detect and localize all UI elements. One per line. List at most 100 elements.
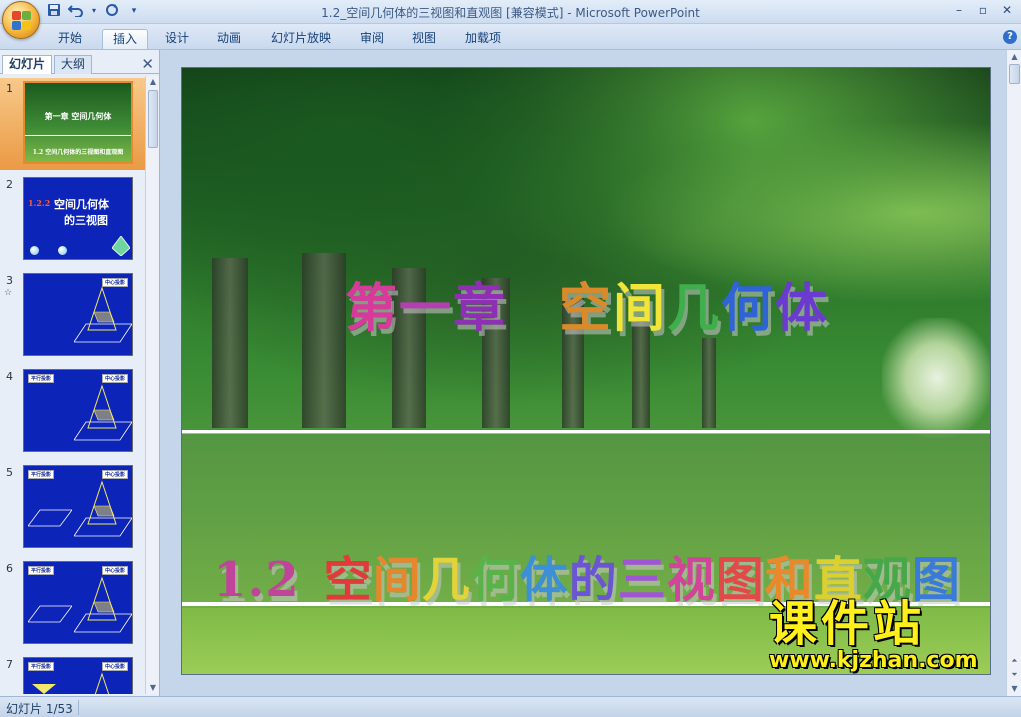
slide-thumbnail-1[interactable]: 1 第一章 空间几何体 1.2 空间几何体的三视图和直观图 bbox=[0, 78, 145, 170]
thumb-tag: 平行投影 bbox=[28, 470, 55, 479]
slide-scrollbar[interactable]: ▲ ⏶ ⏷ ▼ bbox=[1006, 50, 1021, 696]
parallelogram-shape bbox=[28, 605, 72, 623]
status-separator bbox=[78, 700, 79, 715]
animation-icon: ☆ bbox=[4, 288, 13, 298]
slide-number: 5 bbox=[6, 466, 13, 479]
pyramid-diagram bbox=[94, 672, 110, 694]
title-character: 几 bbox=[421, 552, 471, 608]
help-icon[interactable]: ? bbox=[1003, 30, 1017, 44]
slide-preview: 平行投影 中心投影 bbox=[23, 369, 133, 452]
scroll-up-icon[interactable]: ▲ bbox=[146, 76, 160, 88]
title-character: 第 bbox=[344, 278, 399, 339]
next-slide-icon[interactable]: ⏷ bbox=[1007, 668, 1021, 682]
slide-preview: 中心投影 bbox=[23, 273, 133, 356]
triangle-shape bbox=[32, 684, 56, 694]
title-character: 几 bbox=[667, 278, 722, 339]
tab-outline[interactable]: 大纲 bbox=[54, 55, 93, 74]
minimize-button[interactable]: – bbox=[949, 2, 969, 18]
slide-thumbnail-4[interactable]: 4 平行投影 中心投影 bbox=[0, 366, 145, 458]
tab-home[interactable]: 开始 bbox=[48, 29, 92, 49]
office-button[interactable] bbox=[2, 1, 40, 39]
thumb-tag: 平行投影 bbox=[28, 374, 55, 383]
title-character: 空 bbox=[558, 278, 613, 339]
slide-thumbnail-2[interactable]: 2 1.2.2 空间几何体 的三视图 bbox=[0, 174, 145, 266]
title-character: 2 bbox=[265, 552, 300, 608]
thumb-title: 第一章 空间几何体 bbox=[44, 111, 112, 121]
title-character: 一 bbox=[398, 278, 453, 339]
tab-insert[interactable]: 插入 bbox=[102, 29, 149, 49]
watermark-chinese: 课件站 bbox=[769, 596, 926, 652]
current-slide[interactable]: 第一章 空间几何体 1.2 空间几何体的三视图和直观图 bbox=[181, 67, 991, 675]
thumb-tag: 平行投影 bbox=[28, 566, 55, 575]
thumbnail-scrollbar[interactable]: ▲ ▼ bbox=[145, 76, 159, 694]
slide-thumbnail-6[interactable]: 6 平行投影 中心投影 bbox=[0, 558, 145, 650]
slide-editing-area: 第一章 空间几何体 1.2 空间几何体的三视图和直观图 课件站 www.kjzh… bbox=[161, 50, 1021, 696]
scroll-down-icon[interactable]: ▼ bbox=[1007, 682, 1021, 696]
ribbon-tabs: 开始 插入 设计 动画 幻灯片放映 审阅 视图 加载项 ? bbox=[0, 24, 1021, 50]
prism-shape bbox=[112, 236, 130, 256]
tab-animations[interactable]: 动画 bbox=[207, 29, 251, 49]
previous-slide-icon[interactable]: ⏶ bbox=[1007, 654, 1021, 668]
pyramid-diagram bbox=[74, 384, 132, 441]
tab-view[interactable]: 视图 bbox=[402, 29, 446, 49]
thumb-title-line2: 的三视图 bbox=[64, 214, 108, 227]
tab-slides[interactable]: 幻灯片 bbox=[2, 55, 53, 74]
tab-review[interactable]: 审阅 bbox=[350, 29, 394, 49]
tab-slideshow[interactable]: 幻灯片放映 bbox=[261, 29, 341, 49]
slide-thumbnail-7[interactable]: 7 平行投影 中心投影 bbox=[0, 654, 145, 694]
slide-number: 2 bbox=[6, 178, 13, 191]
title-character: 何 bbox=[470, 552, 520, 608]
sphere-shape bbox=[30, 246, 39, 255]
pyramid-diagram bbox=[74, 480, 132, 537]
tab-design[interactable]: 设计 bbox=[155, 29, 199, 49]
scroll-down-icon[interactable]: ▼ bbox=[146, 682, 160, 694]
slide-preview: 第一章 空间几何体 1.2 空间几何体的三视图和直观图 bbox=[23, 81, 133, 164]
slide-number: 3 bbox=[6, 274, 13, 287]
scroll-up-icon[interactable]: ▲ bbox=[1007, 50, 1021, 64]
watermark-url: www.kjzhan.com bbox=[769, 648, 978, 673]
title-character: 三 bbox=[617, 552, 667, 608]
close-pane-icon[interactable]: ✕ bbox=[141, 55, 154, 73]
title-character: 体 bbox=[775, 278, 830, 339]
pyramid-diagram bbox=[74, 576, 132, 633]
title-character: 空 bbox=[323, 552, 373, 608]
office-logo-icon bbox=[12, 11, 32, 31]
slide-number: 7 bbox=[6, 658, 13, 671]
thumb-subtitle: 1.2 空间几何体的三视图和直观图 bbox=[32, 149, 124, 156]
parallelogram-shape bbox=[28, 509, 72, 527]
title-character: 何 bbox=[721, 278, 776, 339]
title-character: 1 bbox=[213, 552, 248, 608]
slide-thumbnail-5[interactable]: 5 平行投影 中心投影 bbox=[0, 462, 145, 554]
thumb-title: 空间几何体 bbox=[54, 198, 109, 211]
slide-title[interactable]: 第一章 空间几何体 bbox=[182, 266, 990, 341]
title-character: . bbox=[247, 552, 266, 608]
status-bar: 幻灯片 1/53 bbox=[0, 696, 1021, 717]
slide-preview: 平行投影 中心投影 bbox=[23, 561, 133, 644]
slide-number: 6 bbox=[6, 562, 13, 575]
pane-tabs: 幻灯片 大纲 ✕ bbox=[0, 52, 160, 74]
slide-preview: 1.2.2 空间几何体 的三视图 bbox=[23, 177, 133, 260]
close-button[interactable]: ✕ bbox=[997, 2, 1017, 18]
title-character: 章 bbox=[452, 278, 507, 339]
slide-number: 4 bbox=[6, 370, 13, 383]
title-character: 的 bbox=[568, 552, 618, 608]
scrollbar-thumb[interactable] bbox=[1009, 64, 1020, 84]
pyramid-diagram bbox=[74, 286, 132, 343]
window-controls: – ▫ ✕ bbox=[949, 2, 1017, 18]
title-character: 间 bbox=[372, 552, 422, 608]
title-character: 图 bbox=[715, 552, 765, 608]
slide-preview: 平行投影 中心投影 bbox=[23, 465, 133, 548]
title-character: 间 bbox=[613, 278, 668, 339]
restore-button[interactable]: ▫ bbox=[973, 2, 993, 18]
slide-thumbnail-3[interactable]: 3 ☆ 中心投影 bbox=[0, 270, 145, 362]
slides-pane: 幻灯片 大纲 ✕ 1 第一章 空间几何体 1.2 空间几何体的三视图和直观图 2… bbox=[0, 50, 160, 696]
tab-addins[interactable]: 加载项 bbox=[455, 29, 511, 49]
thumb-tag: 平行投影 bbox=[28, 662, 55, 671]
window-title: 1.2_空间几何体的三视图和直观图 [兼容模式] - Microsoft Pow… bbox=[321, 6, 700, 20]
slide-thumbnails: 1 第一章 空间几何体 1.2 空间几何体的三视图和直观图 2 1.2.2 空间… bbox=[0, 76, 145, 694]
thumb-section-number: 1.2.2 bbox=[28, 198, 51, 208]
slide-counter: 幻灯片 1/53 bbox=[6, 702, 73, 716]
scrollbar-thumb[interactable] bbox=[148, 90, 158, 148]
sphere-shape bbox=[58, 246, 67, 255]
title-bar: ▾ ▾ 1.2_空间几何体的三视图和直观图 [兼容模式] - Microsoft… bbox=[0, 0, 1021, 24]
